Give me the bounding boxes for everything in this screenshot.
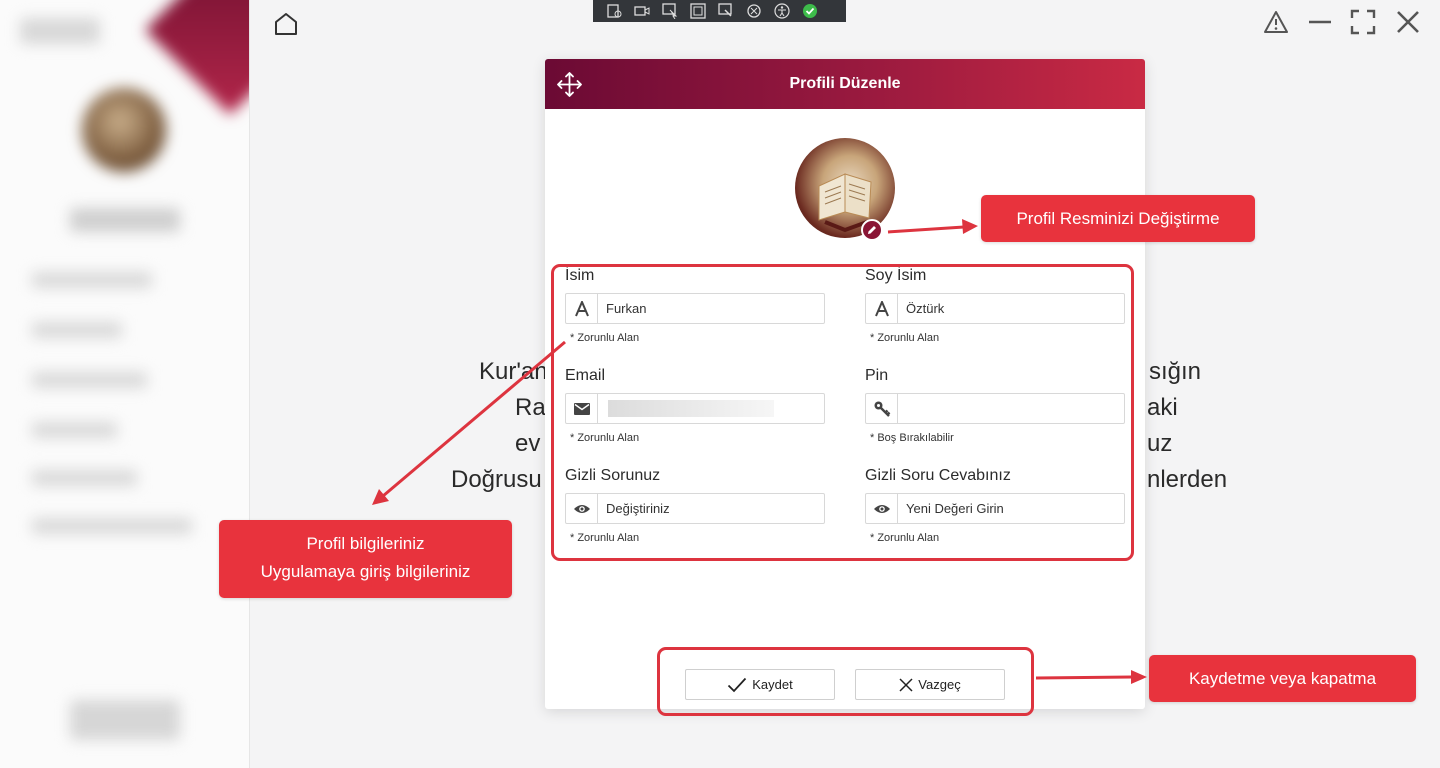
dialog-header: Profili Düzenle bbox=[545, 59, 1145, 109]
actions-callout: Kaydetme veya kapatma bbox=[1149, 655, 1416, 702]
sidebar-item[interactable] bbox=[32, 272, 152, 288]
background-text: aki bbox=[1147, 394, 1178, 421]
profile-info-callout-line2: Uygulamaya giriş bilgileriniz bbox=[260, 562, 471, 581]
layout-bounds-icon[interactable] bbox=[689, 2, 707, 20]
sidebar-footer bbox=[70, 700, 180, 740]
background-text: Ra bbox=[515, 394, 546, 421]
action-buttons-highlight bbox=[657, 647, 1034, 716]
background-text: ev bbox=[515, 430, 541, 457]
sidebar-logo bbox=[20, 18, 100, 44]
video-icon[interactable] bbox=[633, 2, 651, 20]
fullscreen-icon[interactable] bbox=[1350, 9, 1376, 35]
profile-info-callout: Profil bilgileriniz Uygulamaya giriş bil… bbox=[219, 520, 512, 598]
background-text: uz bbox=[1147, 430, 1173, 457]
inspect-tree-icon[interactable] bbox=[605, 2, 623, 20]
select-element-icon[interactable] bbox=[661, 2, 679, 20]
background-text: Kur'an bbox=[479, 358, 548, 385]
background-text: nlerden bbox=[1147, 466, 1228, 493]
sidebar-blurred-content bbox=[0, 0, 249, 768]
edit-photo-button[interactable] bbox=[861, 219, 883, 241]
sidebar-item[interactable] bbox=[32, 372, 147, 388]
sidebar bbox=[0, 0, 250, 768]
sidebar-item[interactable] bbox=[32, 422, 117, 438]
pencil-icon bbox=[868, 226, 876, 234]
sidebar-corner-ribbon bbox=[145, 0, 249, 115]
close-icon[interactable] bbox=[1395, 9, 1421, 35]
minimize-icon[interactable] bbox=[1307, 9, 1333, 35]
status-ok-icon[interactable] bbox=[801, 2, 819, 20]
profile-info-callout-line1: Profil bilgileriniz bbox=[306, 534, 425, 553]
move-icon[interactable] bbox=[557, 72, 582, 97]
hot-reload-icon[interactable] bbox=[745, 2, 763, 20]
sidebar-item[interactable] bbox=[32, 322, 122, 338]
profile-fields-highlight bbox=[551, 264, 1134, 561]
background-text: sığın bbox=[1149, 358, 1202, 385]
warning-icon[interactable] bbox=[1263, 9, 1289, 35]
background-text: Doğrusu bbox=[451, 466, 542, 493]
sidebar-avatar[interactable] bbox=[82, 88, 166, 172]
debug-toolbar bbox=[593, 0, 846, 22]
track-focus-icon[interactable] bbox=[717, 2, 735, 20]
sidebar-user-name bbox=[70, 208, 180, 232]
home-icon[interactable] bbox=[272, 10, 300, 38]
photo-change-callout: Profil Resminizi Değiştirme bbox=[981, 195, 1255, 242]
accessibility-icon[interactable] bbox=[773, 2, 791, 20]
sidebar-item[interactable] bbox=[32, 518, 192, 534]
sidebar-item[interactable] bbox=[32, 470, 137, 486]
dialog-title: Profili Düzenle bbox=[789, 75, 901, 92]
